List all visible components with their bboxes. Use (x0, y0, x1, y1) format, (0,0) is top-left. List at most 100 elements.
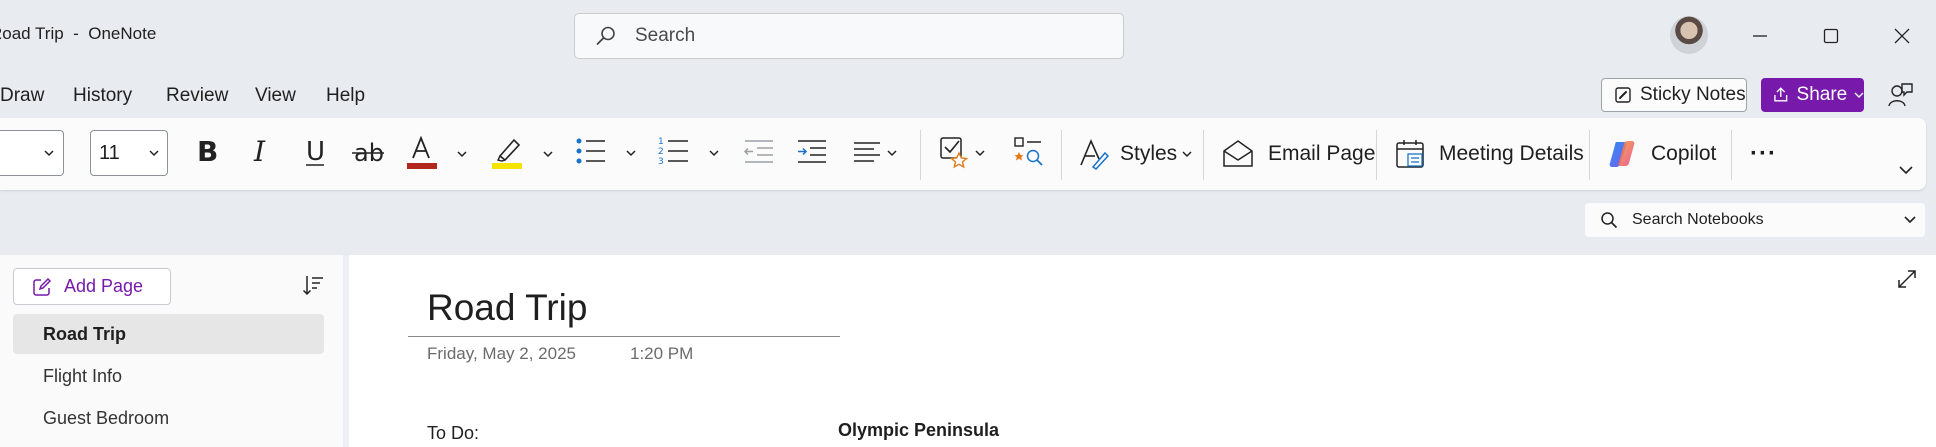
ribbon-separator (1203, 130, 1204, 180)
numbering-button[interactable]: 1 2 3 (658, 134, 722, 174)
copilot-label: Copilot (1651, 142, 1717, 165)
fullscreen-button[interactable] (1896, 268, 1918, 290)
strikethrough-icon: ab (352, 139, 384, 167)
menu-help[interactable]: Help (326, 85, 365, 107)
copilot-icon (1609, 141, 1635, 167)
more-options-icon: ··· (1750, 140, 1777, 167)
search-icon (596, 26, 615, 45)
share-button[interactable]: Share (1761, 78, 1864, 112)
menu-history[interactable]: History (73, 85, 132, 107)
copilot-button[interactable]: Copilot (1607, 134, 1716, 174)
chevron-down-icon (709, 150, 719, 157)
sort-icon (302, 276, 323, 296)
font-size-combo[interactable]: 11 (90, 130, 168, 176)
minimize-button[interactable] (1740, 18, 1780, 54)
meeting-details-label: Meeting Details (1439, 142, 1584, 165)
feedback-icon (1888, 83, 1913, 107)
chevron-down-icon (626, 150, 636, 157)
svg-text:I: I (253, 135, 266, 167)
bold-icon: B (197, 135, 218, 168)
maximize-icon (1823, 28, 1839, 44)
highlight-button[interactable] (490, 134, 553, 174)
italic-icon: I (253, 135, 266, 168)
todo-tag-icon (940, 137, 969, 169)
page-item-guest-bedroom[interactable]: Guest Bedroom (13, 398, 324, 438)
share-icon (1774, 87, 1788, 102)
menu-review[interactable]: Review (166, 85, 228, 107)
search-icon (1601, 212, 1618, 229)
page-item-flight-info[interactable]: Flight Info (13, 356, 324, 396)
page-time: 1:20 PM (630, 344, 694, 363)
menu-draw[interactable]: Draw (0, 85, 44, 107)
increase-indent-button[interactable] (796, 136, 830, 170)
sticky-notes-button[interactable]: Sticky Notes (1601, 78, 1747, 112)
email-page-label: Email Page (1268, 142, 1376, 165)
close-button[interactable] (1882, 18, 1922, 54)
highlighter-icon (492, 138, 522, 169)
section-heading[interactable]: Olympic Peninsula (838, 420, 999, 441)
add-page-label: Add Page (64, 276, 144, 296)
ribbon-separator (920, 130, 921, 180)
menu-view[interactable]: View (255, 85, 296, 107)
envelope-open-icon (1223, 140, 1253, 167)
decrease-indent-button[interactable] (743, 136, 777, 170)
chevron-down-icon (1904, 216, 1916, 224)
chevron-down-icon (44, 150, 54, 157)
calendar-icon (1396, 140, 1424, 168)
page-title[interactable]: Road Trip (427, 287, 587, 329)
styles-label: Styles (1120, 142, 1178, 165)
chevron-down-icon (543, 151, 553, 158)
chevron-down-icon (457, 151, 467, 158)
tag-button[interactable] (939, 134, 989, 174)
todo-label[interactable]: To Do: (427, 423, 479, 444)
sticky-note-icon (1615, 87, 1631, 103)
page-item-label: Road Trip (43, 323, 127, 344)
font-size-value: 11 (99, 141, 120, 164)
page-item-label: Flight Info (43, 365, 123, 386)
ribbon-separator (1589, 130, 1590, 180)
page-item-road-trip[interactable]: Road Trip (13, 314, 324, 354)
chevron-down-icon (1182, 151, 1192, 158)
chevron-down-icon (975, 150, 985, 157)
alignment-button[interactable] (852, 136, 902, 170)
find-tags-button[interactable] (1013, 134, 1049, 174)
increase-indent-icon (798, 140, 826, 163)
bullet-list-icon (576, 138, 605, 164)
ribbon-separator (1731, 130, 1732, 180)
feedback-button[interactable] (1882, 78, 1918, 112)
svg-text:B: B (197, 135, 218, 167)
search-notebooks-input[interactable]: Search Notebooks (1585, 203, 1925, 237)
sticky-notes-label: Sticky Notes (1640, 84, 1746, 105)
email-page-button[interactable]: Email Page (1222, 134, 1375, 174)
styles-icon (1080, 138, 1110, 170)
ribbon-separator (1376, 130, 1377, 180)
styles-button[interactable]: Styles (1078, 134, 1193, 174)
bullets-button[interactable] (575, 134, 639, 174)
svg-text:1: 1 (658, 137, 664, 147)
ribbon-expand-button[interactable] (1898, 162, 1914, 178)
sort-pages-button[interactable] (302, 274, 324, 298)
italic-button[interactable]: I (250, 133, 274, 173)
close-icon (1894, 28, 1910, 44)
strikethrough-button[interactable]: ab (352, 135, 386, 175)
add-page-button[interactable]: Add Page (13, 268, 171, 305)
more-options-button[interactable]: ··· (1750, 134, 1777, 174)
expand-icon (1898, 270, 1916, 288)
page-canvas[interactable] (349, 255, 1936, 447)
numbered-list-icon: 1 2 3 (658, 137, 688, 167)
ribbon-separator (1061, 130, 1062, 180)
maximize-button[interactable] (1811, 18, 1851, 54)
search-notebooks-placeholder: Search Notebooks (1632, 211, 1764, 228)
search-input[interactable]: Search (574, 13, 1124, 59)
window-title: Road Trip - OneNote (0, 24, 157, 43)
minimize-icon (1753, 35, 1767, 37)
meeting-details-button[interactable]: Meeting Details (1395, 134, 1584, 174)
title-underline (408, 336, 840, 337)
underline-button[interactable]: U (302, 133, 330, 173)
account-avatar[interactable] (1670, 16, 1708, 54)
font-family-combo[interactable] (0, 130, 64, 176)
font-color-button[interactable] (405, 134, 467, 174)
chevron-down-icon (887, 150, 897, 157)
bold-button[interactable]: B (194, 133, 222, 173)
svg-text:2: 2 (658, 147, 664, 157)
